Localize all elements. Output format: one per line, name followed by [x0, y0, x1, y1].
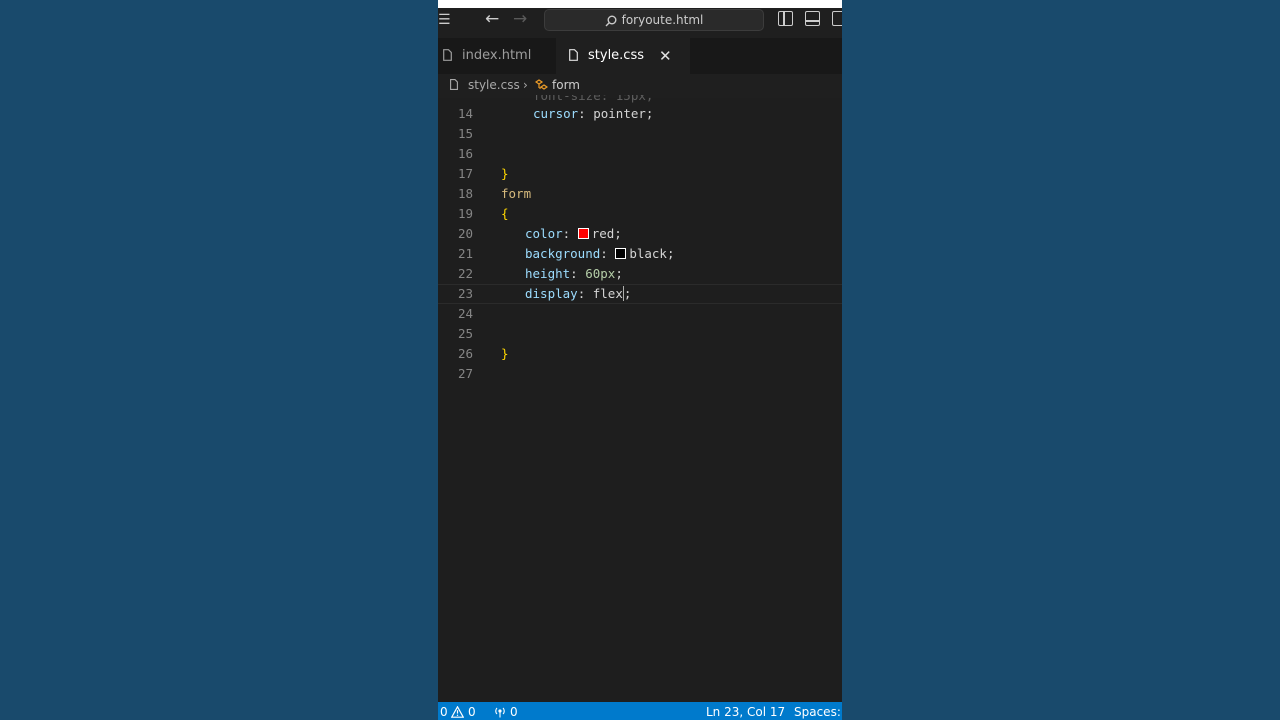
- closing-brace: }: [501, 166, 509, 181]
- css-value: pointer: [593, 106, 646, 121]
- tab-index-html[interactable]: index.html: [438, 38, 556, 74]
- warning-count[interactable]: 0: [468, 702, 476, 720]
- css-property: cursor: [533, 106, 579, 121]
- menu-icon[interactable]: ☰: [438, 12, 451, 28]
- code-line: 15: [438, 124, 842, 144]
- tab-label: index.html: [462, 48, 532, 63]
- code-line: 19 {: [438, 204, 842, 224]
- code-line-current: 23 display: flex;: [438, 284, 842, 304]
- symbol-class-icon: [535, 79, 548, 90]
- file-icon: [443, 49, 452, 61]
- ports-count[interactable]: 0: [510, 702, 518, 720]
- line-number: 16: [457, 146, 473, 161]
- editor-tab-bar: index.html style.css ✕: [438, 38, 842, 74]
- css-property: height: [525, 266, 571, 281]
- breadcrumb-symbol[interactable]: form: [552, 74, 580, 96]
- cursor-position[interactable]: Ln 23, Col 17: [706, 702, 785, 720]
- toggle-sidebar-icon[interactable]: [778, 11, 793, 26]
- code-line: 21 background: black;: [438, 244, 842, 264]
- css-value: flex: [592, 286, 623, 301]
- toggle-panel-icon[interactable]: [805, 11, 820, 26]
- css-selector: form: [501, 186, 532, 201]
- color-swatch-icon[interactable]: [577, 228, 589, 239]
- line-number: 19: [457, 206, 473, 221]
- css-property: color: [525, 226, 563, 241]
- search-icon: [605, 15, 617, 26]
- code-line: 16: [438, 144, 842, 164]
- line-number: 17: [457, 166, 473, 181]
- breadcrumb-file[interactable]: style.css: [468, 74, 520, 96]
- back-arrow-icon[interactable]: ←: [485, 9, 499, 29]
- code-line: 20 color: red;: [438, 224, 842, 244]
- file-icon: [450, 79, 458, 90]
- css-property: background: [525, 246, 601, 261]
- title-bar: ☰ ← → foryoute.html: [438, 8, 842, 38]
- indentation-setting[interactable]: Spaces: 4: [794, 702, 842, 720]
- code-editor[interactable]: font-size: 15px; 14 cursor: pointer; 15 …: [438, 95, 842, 702]
- status-bar: 0 0 0 Ln 23, Col 17 Spaces: 4: [438, 702, 842, 720]
- line-number: 25: [457, 326, 473, 341]
- css-property: display: [525, 286, 578, 301]
- css-value: red: [591, 226, 615, 241]
- line-number: 26: [457, 346, 473, 361]
- line-number: 24: [457, 306, 473, 321]
- color-swatch-icon[interactable]: [615, 248, 627, 259]
- closing-brace: }: [501, 346, 509, 361]
- line-number: 18: [457, 186, 473, 201]
- line-number: 27: [457, 366, 473, 381]
- code-line: 24: [438, 304, 842, 324]
- line-number: 15: [457, 126, 473, 141]
- file-icon: [569, 49, 578, 61]
- error-count[interactable]: 0: [440, 702, 448, 720]
- toggle-secondary-sidebar-icon[interactable]: [832, 11, 842, 26]
- code-line: 26 }: [438, 344, 842, 364]
- opening-brace: {: [501, 206, 509, 221]
- close-icon[interactable]: ✕: [659, 38, 672, 74]
- code-line: 27: [438, 364, 842, 384]
- ports-icon[interactable]: [493, 706, 507, 718]
- line-number: 14: [457, 106, 473, 121]
- tab-label: style.css: [588, 48, 644, 63]
- line-number: 20: [457, 226, 473, 241]
- tab-style-css[interactable]: style.css ✕: [556, 38, 690, 74]
- forward-arrow-icon[interactable]: →: [513, 9, 527, 29]
- warning-icon[interactable]: [451, 706, 464, 718]
- breadcrumb: style.css › form: [438, 74, 842, 98]
- css-value: black: [629, 246, 667, 261]
- top-strip: [438, 0, 842, 8]
- line-number: 22: [457, 266, 473, 281]
- code-line: 22 height: 60px;: [438, 264, 842, 284]
- line-number: 21: [457, 246, 473, 261]
- chevron-right-icon: ›: [523, 78, 528, 92]
- css-semicolon: ;: [623, 286, 632, 301]
- command-center-search[interactable]: foryoute.html: [544, 9, 764, 31]
- code-line: 17 }: [438, 164, 842, 184]
- code-line: 14 cursor: pointer;: [438, 104, 842, 124]
- search-text: foryoute.html: [621, 13, 704, 27]
- code-line: 25: [438, 324, 842, 344]
- line-number: 23: [457, 286, 473, 301]
- css-value: 60px: [585, 266, 616, 281]
- code-line: 18 form: [438, 184, 842, 204]
- vscode-window: ☰ ← → foryoute.html index.html style.css…: [438, 0, 842, 720]
